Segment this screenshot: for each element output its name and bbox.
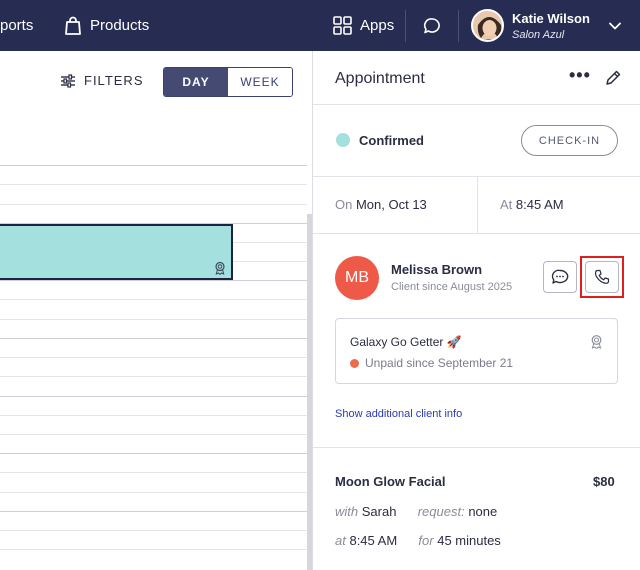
account-menu-toggle[interactable] xyxy=(609,0,621,51)
time-slot-line xyxy=(0,338,307,339)
at-label: at xyxy=(335,533,346,548)
divider xyxy=(313,104,640,105)
time-slot-line xyxy=(0,299,307,300)
pencil-icon[interactable] xyxy=(604,69,622,87)
view-toggle: DAY WEEK xyxy=(163,67,293,97)
user-salon: Salon Azul xyxy=(512,29,565,41)
more-options-button[interactable]: ••• xyxy=(569,65,591,86)
time-slot-line xyxy=(0,415,307,416)
filters-button[interactable]: FILTERS xyxy=(60,73,144,88)
day-view-tab[interactable]: DAY xyxy=(164,68,228,96)
nav-divider xyxy=(458,10,459,42)
request-label: request: xyxy=(417,504,465,519)
service-duration[interactable]: 45 minutes xyxy=(437,533,501,548)
nav-apps-label: Apps xyxy=(360,17,395,34)
top-nav-bar: ports Products Apps Katie Wilson Salon A… xyxy=(0,0,640,51)
user-name[interactable]: Katie Wilson xyxy=(512,11,590,26)
nav-apps[interactable]: Apps xyxy=(333,0,394,51)
date-value: Mon, Oct 13 xyxy=(355,197,427,212)
show-client-info-link[interactable]: Show additional client info xyxy=(335,408,462,420)
time-slot-line xyxy=(0,453,307,454)
time-slot-line xyxy=(0,280,307,281)
filters-label: FILTERS xyxy=(84,73,144,88)
chevron-down-icon xyxy=(609,22,621,29)
service-price: $80 xyxy=(593,474,615,489)
appointment-block[interactable] xyxy=(0,224,233,280)
membership-badge-icon xyxy=(591,335,602,349)
time-slot-line xyxy=(0,549,307,550)
appointment-time[interactable]: At 8:45 AM xyxy=(500,197,564,212)
time-value: 8:45 AM xyxy=(515,197,564,212)
chat-bubble-icon xyxy=(423,17,440,33)
service-time[interactable]: 8:45 AM xyxy=(349,533,397,548)
time-slot-line xyxy=(0,396,307,397)
time-slot-line xyxy=(0,472,307,473)
nav-reports-label: ports xyxy=(0,17,34,34)
time-slot-line xyxy=(0,492,307,493)
nav-reports[interactable]: ports xyxy=(0,0,33,51)
membership-badge-icon xyxy=(215,261,225,275)
divider xyxy=(313,233,640,234)
shopping-bag-icon xyxy=(65,16,81,35)
for-label: for xyxy=(418,533,434,548)
service-name[interactable]: Moon Glow Facial xyxy=(335,474,446,489)
appointment-date[interactable]: On Mon, Oct 13 xyxy=(335,197,427,212)
status-indicator xyxy=(336,133,350,147)
check-in-button[interactable]: CHECK-IN xyxy=(521,125,618,156)
client-avatar[interactable]: MB xyxy=(335,256,379,300)
time-slot-line xyxy=(0,165,307,166)
with-label: with xyxy=(335,504,359,519)
calendar-view: FILTERS DAY WEEK xyxy=(0,51,312,570)
week-view-tab[interactable]: WEEK xyxy=(228,68,292,96)
time-slot-line xyxy=(0,376,307,377)
nav-divider xyxy=(405,10,406,42)
time-prefix: At xyxy=(500,197,513,212)
time-slot-line xyxy=(0,511,307,512)
message-icon xyxy=(551,269,569,284)
request-value: none xyxy=(468,504,498,519)
avatar-portrait-icon xyxy=(473,11,502,40)
divider xyxy=(313,447,640,448)
sliders-icon xyxy=(61,73,75,88)
messages-button[interactable] xyxy=(423,0,441,51)
time-slot-line xyxy=(0,434,307,435)
call-button-highlight xyxy=(580,256,624,298)
time-slot-line xyxy=(0,530,307,531)
time-slot-line xyxy=(0,184,307,185)
client-name[interactable]: Melissa Brown xyxy=(391,262,482,277)
status-text: Confirmed xyxy=(359,133,424,148)
message-client-button[interactable] xyxy=(543,261,577,293)
nav-products-label: Products xyxy=(90,17,150,34)
grid-icon xyxy=(333,16,352,35)
service-staff-row: with Sarah request: none xyxy=(335,504,497,519)
time-slot-line xyxy=(0,357,307,358)
divider xyxy=(477,177,478,233)
user-avatar[interactable] xyxy=(471,9,504,42)
membership-name: Galaxy Go Getter 🚀 xyxy=(350,335,462,349)
appointment-panel: Appointment ••• Confirmed CHECK-IN On Mo… xyxy=(312,51,640,570)
panel-title: Appointment xyxy=(335,70,425,87)
service-time-row: at 8:45 AM for 45 minutes xyxy=(335,533,501,548)
client-since: Client since August 2025 xyxy=(391,281,513,293)
membership-card[interactable]: Galaxy Go Getter 🚀 Unpaid since Septembe… xyxy=(335,318,618,384)
payment-status-dot xyxy=(350,359,359,368)
time-slot-line xyxy=(0,204,307,205)
nav-products[interactable]: Products xyxy=(64,0,149,51)
time-slot-line xyxy=(0,319,307,320)
date-prefix: On xyxy=(335,197,353,212)
payment-status: Unpaid since September 21 xyxy=(365,356,514,370)
staff-name[interactable]: Sarah xyxy=(362,504,397,519)
